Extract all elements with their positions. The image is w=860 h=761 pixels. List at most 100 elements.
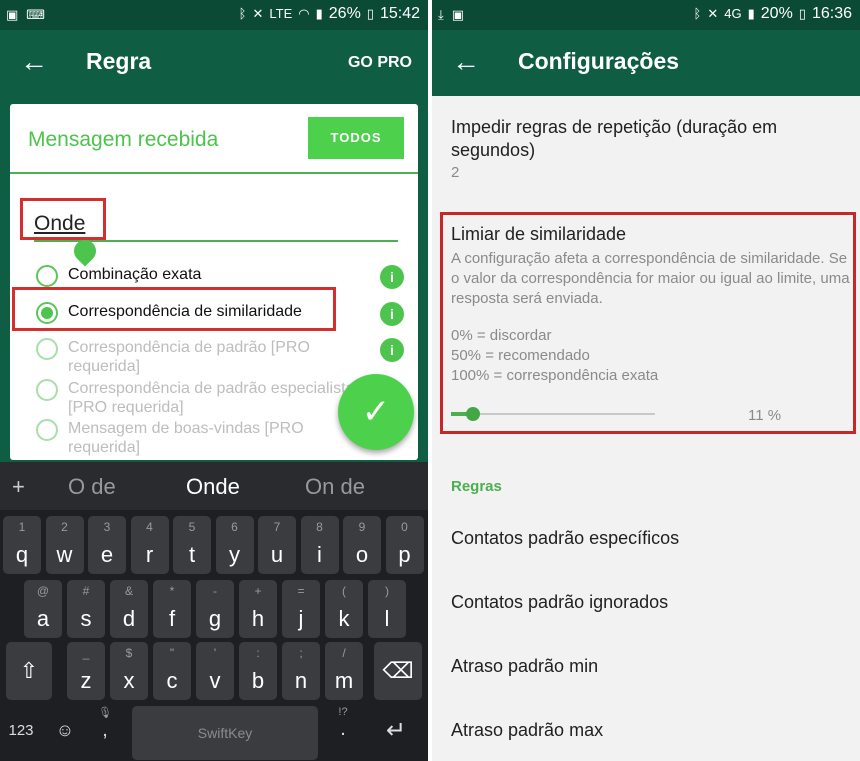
info-icon[interactable]: i <box>380 338 404 362</box>
key-label: r <box>145 542 154 567</box>
todos-button[interactable]: TODOS <box>308 117 404 159</box>
key-sub-label: + <box>254 584 262 598</box>
key-sub-label: 8 <box>316 520 323 534</box>
network-type: 4G <box>724 6 742 21</box>
key-o[interactable]: 9o <box>343 516 381 574</box>
keyboard: + O de Onde On de 1q2w3e4r5t6y7u8i9o0p @… <box>0 462 428 761</box>
key-label: g <box>208 606 222 631</box>
key-sub-label: 0 <box>401 520 408 534</box>
gallery-icon: ▣ <box>6 7 19 22</box>
option-label: Combinação exata <box>68 266 202 283</box>
key-r[interactable]: 4r <box>130 516 169 574</box>
key-v[interactable]: ' v <box>196 642 234 700</box>
save-fab-button[interactable]: ✓ <box>338 374 414 450</box>
key-z[interactable]: _ z <box>67 642 105 700</box>
period-key[interactable]: !? . <box>330 706 356 741</box>
key-label: p <box>398 542 411 567</box>
signal-icon: ▮ <box>747 6 755 21</box>
key-e[interactable]: 3e <box>88 516 126 574</box>
key-label: s <box>80 606 92 631</box>
info-icon[interactable]: i <box>380 265 404 289</box>
key-sub-label: 4 <box>146 520 153 534</box>
option-label: Correspondência de padrão especialista [… <box>68 380 355 416</box>
mute-icon: ✕ <box>252 6 264 21</box>
key-label: m <box>334 668 354 693</box>
key-y[interactable]: 6y <box>215 516 254 574</box>
card-title: Mensagem recebida <box>28 128 219 151</box>
signal-icon: ▮ <box>315 6 323 21</box>
suggestion-left[interactable]: O de <box>68 474 116 500</box>
key-sub-label: 1 <box>18 520 26 534</box>
download-icon: ⤓ <box>438 7 444 22</box>
key-u[interactable]: 7u <box>258 516 296 574</box>
key-a[interactable]: @ a <box>24 580 62 638</box>
key-label: k <box>338 606 350 631</box>
key-label: b <box>251 668 265 693</box>
key-sub-label: ; <box>299 646 303 660</box>
space-label: SwiftKey <box>197 725 253 741</box>
key-sub-label: 9 <box>358 520 366 534</box>
key-label: z <box>80 668 92 693</box>
key-label: u <box>270 542 284 567</box>
key-row-1: 1q2w3e4r5t6y7u8i9o0p <box>0 514 428 576</box>
numbers-key[interactable]: 123 <box>6 722 36 739</box>
key-sub-label: 3 <box>103 520 111 534</box>
rule-screen: ▣ ⌨ ᛒ ✕ LTE ◠ ▮ 26% ▯ 15:42 ← Regra GO P… <box>0 0 428 761</box>
option-pattern-match[interactable]: Correspondência de padrão [PRO requerida… <box>34 334 404 375</box>
key-s[interactable]: # s <box>67 580 105 638</box>
radio-exact-match[interactable] <box>36 265 58 287</box>
key-sub-label: $ <box>125 646 133 660</box>
key-sub-label: 2 <box>61 520 68 534</box>
suggestion-right[interactable]: On de <box>305 474 365 500</box>
key-q[interactable]: 1q <box>3 516 41 574</box>
key-n[interactable]: ; n <box>282 642 320 700</box>
shift-key[interactable]: ⇧ <box>6 642 52 700</box>
key-x[interactable]: $ x <box>110 642 148 700</box>
key-f[interactable]: * f <box>153 580 191 638</box>
key-l[interactable]: ) l <box>368 580 406 638</box>
radio-pattern-match[interactable] <box>36 338 58 360</box>
go-pro-button[interactable]: GO PRO <box>348 54 412 72</box>
key-m[interactable]: / m <box>325 642 363 700</box>
key-p[interactable]: 0p <box>385 516 424 574</box>
radio-expert-pattern-match[interactable] <box>36 379 58 401</box>
pref-ignored-contacts[interactable]: Contatos padrão ignorados <box>451 592 668 613</box>
period-sub-label: !? <box>338 706 348 718</box>
battery-icon: ▯ <box>366 6 374 21</box>
key-label: f <box>168 606 176 631</box>
emoji-icon[interactable]: ☺ <box>52 720 78 741</box>
key-g[interactable]: -g <box>196 580 234 638</box>
enter-icon[interactable]: ↵ <box>376 716 416 745</box>
pref-delay-min[interactable]: Atraso padrão min <box>451 656 598 677</box>
arrow-left-icon[interactable]: ← <box>452 48 480 76</box>
key-h[interactable]: + h <box>239 580 277 638</box>
arrow-left-icon[interactable]: ← <box>20 48 48 76</box>
mute-icon: ✕ <box>707 6 719 21</box>
highlight-box-similarity <box>440 212 856 434</box>
info-icon[interactable]: i <box>380 302 404 326</box>
pref-repeat-duration[interactable]: Impedir regras de repetição (duração em … <box>432 96 860 208</box>
toolbar-plus-button[interactable]: + <box>12 474 25 500</box>
key-d[interactable]: & d <box>110 580 148 638</box>
pref-delay-max[interactable]: Atraso padrão max <box>451 720 603 741</box>
key-label: x <box>123 668 135 693</box>
suggestion-center[interactable]: Onde <box>186 474 240 500</box>
key-w[interactable]: 2w <box>45 516 84 574</box>
radio-welcome-message[interactable] <box>36 419 58 441</box>
bluetooth-icon: ᛒ <box>693 6 702 21</box>
key-c[interactable]: " c <box>153 642 191 700</box>
key-k[interactable]: (k <box>325 580 363 638</box>
key-i[interactable]: 8i <box>300 516 339 574</box>
key-row-2: @ a # s & d * f - g + h = j(k) l <box>0 578 428 640</box>
key-t[interactable]: 5t <box>173 516 211 574</box>
page-title: Configurações <box>518 48 680 74</box>
key-sub-label: ( <box>342 584 346 598</box>
clock: 15:42 <box>379 5 420 22</box>
pref-specific-contacts[interactable]: Contatos padrão específicos <box>451 528 679 549</box>
clock: 16:36 <box>811 5 852 22</box>
comma-key[interactable]: 🎙 , <box>92 706 118 742</box>
key-j[interactable]: = j <box>282 580 320 638</box>
backspace-key[interactable]: ⌫ <box>374 642 422 700</box>
space-bar[interactable]: SwiftKey <box>132 706 318 760</box>
key-b[interactable]: :b <box>239 642 277 700</box>
